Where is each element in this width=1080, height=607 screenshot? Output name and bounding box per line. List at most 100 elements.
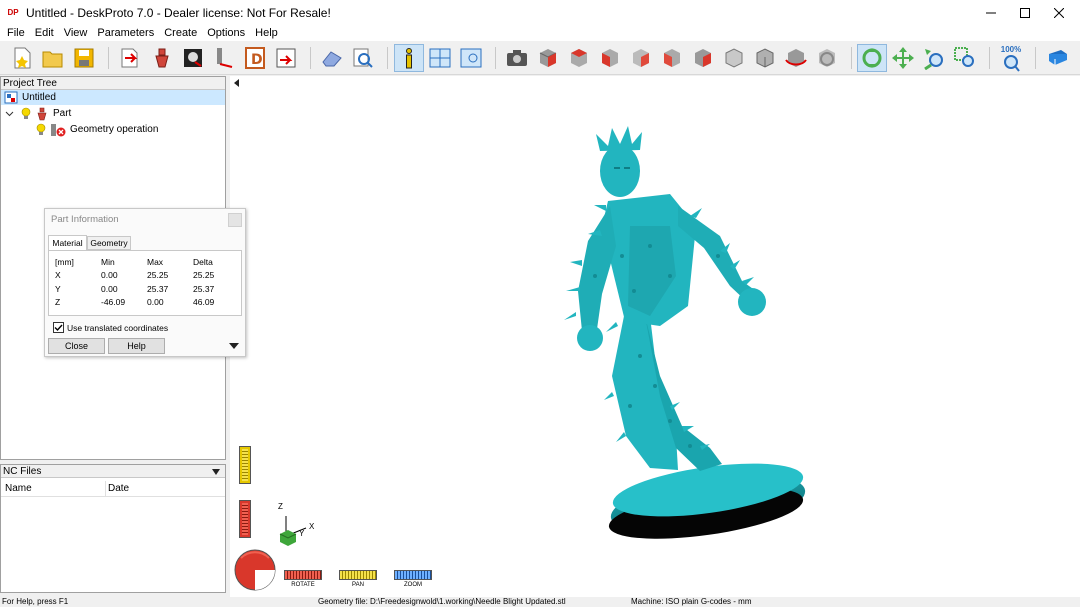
find-icon[interactable] (351, 46, 375, 70)
expand-arrow-icon[interactable] (229, 342, 239, 350)
view-right-icon[interactable] (691, 46, 715, 70)
zoom-label: ZOOM (404, 582, 422, 588)
vertical-slider-red[interactable] (239, 500, 251, 538)
checkbox-checked-icon[interactable] (53, 322, 64, 333)
project-tree-header: Project Tree (1, 77, 225, 90)
3d-viewport[interactable]: Z X Y ROTATE PAN ZOOM (230, 76, 1080, 597)
row-delta: 25.37 (193, 283, 215, 294)
zoom-mode-icon[interactable] (922, 46, 946, 70)
table-header-min: Min (101, 256, 115, 267)
chevron-down-icon[interactable] (5, 109, 14, 118)
part-parameters-icon[interactable] (150, 46, 174, 70)
rotate-dial-icon[interactable] (233, 548, 277, 592)
eraser-icon[interactable] (320, 46, 344, 70)
dialog-titlebar[interactable]: Part Information (45, 209, 245, 231)
app-logo-icon: DP (7, 7, 19, 17)
import-geometry-icon[interactable] (118, 46, 142, 70)
bitmap-icon[interactable] (181, 46, 205, 70)
zoom-100-button[interactable]: 100% (998, 45, 1024, 73)
title-bar: DP Untitled - DeskProto 7.0 - Dealer lic… (0, 0, 1080, 25)
view-back-icon[interactable] (629, 46, 653, 70)
translated-coords-row[interactable]: Use translated coordinates (53, 322, 168, 333)
table-row: X 0.00 25.25 25.25 (55, 269, 233, 283)
zoom-slider[interactable] (394, 570, 432, 580)
menu-options[interactable]: Options (207, 27, 245, 39)
view-iso-icon[interactable] (536, 46, 560, 70)
help-book-icon[interactable] (1046, 46, 1070, 70)
tree-part-label: Part (53, 108, 72, 119)
row-min: -46.09 (101, 297, 126, 308)
drive-icon[interactable]: D (243, 46, 267, 70)
dialog-close-button[interactable]: Close (48, 338, 105, 354)
view-shaded-icon[interactable] (753, 46, 777, 70)
part-info-icon[interactable] (397, 46, 421, 70)
table-row: Y 0.00 25.37 25.37 (55, 282, 233, 296)
menu-file[interactable]: File (7, 27, 25, 39)
info-table-area: [mm] Min Max Delta X 0.00 25.25 25.25 Y … (48, 250, 242, 316)
row-axis: Z (55, 297, 61, 308)
nc-column-name[interactable]: Name (5, 483, 32, 494)
vertical-slider-yellow[interactable] (239, 446, 251, 484)
export-nc-icon[interactable] (274, 46, 298, 70)
pan-slider[interactable] (339, 570, 377, 580)
row-axis: X (55, 270, 61, 281)
tab-geometry[interactable]: Geometry (87, 236, 131, 250)
menu-edit[interactable]: Edit (35, 27, 54, 39)
row-min: 0.00 (101, 270, 118, 281)
dimension-table: [mm] Min Max Delta X 0.00 25.25 25.25 Y … (55, 255, 233, 309)
menu-parameters[interactable]: Parameters (97, 27, 154, 39)
status-help: For Help, press F1 (2, 597, 69, 606)
row-min: 0.00 (101, 283, 118, 294)
row-delta: 25.25 (193, 270, 215, 281)
window-title: Untitled - DeskProto 7.0 - Dealer licens… (26, 5, 331, 20)
save-project-icon[interactable] (72, 46, 96, 70)
camera-icon[interactable] (505, 46, 529, 70)
tab-material[interactable]: Material (48, 235, 87, 250)
row-max: 0.00 (147, 297, 164, 308)
view-top-icon[interactable] (567, 46, 591, 70)
nc-files-header: NC Files (1, 465, 225, 478)
zoom-100-label: 100% (1000, 45, 1022, 54)
rotate-mode-icon[interactable] (860, 46, 884, 70)
row-delta: 46.09 (193, 297, 215, 308)
table-header-delta: Delta (193, 256, 213, 267)
new-project-icon[interactable] (10, 46, 34, 70)
nc-column-date[interactable]: Date (108, 483, 129, 494)
menu-help[interactable]: Help (255, 27, 278, 39)
view-front-icon[interactable] (598, 46, 622, 70)
tree-item-operation[interactable]: Geometry operation (35, 122, 158, 137)
reset-view-icon[interactable] (815, 46, 839, 70)
close-button[interactable] (1036, 0, 1080, 25)
dialog-close-box[interactable] (228, 213, 242, 227)
menu-view[interactable]: View (64, 27, 88, 39)
toolpath-icon[interactable] (212, 46, 236, 70)
nc-files-panel: NC Files Name Date (0, 464, 226, 593)
lightbulb-icon[interactable] (20, 107, 32, 120)
view-layout-icon[interactable] (428, 46, 452, 70)
svg-text:D: D (251, 52, 263, 68)
rotate-slider[interactable] (284, 570, 322, 580)
dialog-title: Part Information (51, 214, 119, 225)
view-wire-icon[interactable] (722, 46, 746, 70)
view-left-icon[interactable] (660, 46, 684, 70)
dropdown-arrow-icon[interactable] (211, 468, 221, 476)
open-project-icon[interactable] (41, 46, 65, 70)
rotate-label: ROTATE (291, 582, 315, 588)
table-row: Z -46.09 0.00 46.09 (55, 296, 233, 310)
dialog-help-button[interactable]: Help (108, 338, 165, 354)
pan-mode-icon[interactable] (891, 46, 915, 70)
translated-coords-label: Use translated coordinates (67, 322, 169, 333)
table-header-max: Max (147, 256, 164, 267)
nc-files-title: NC Files (3, 466, 42, 477)
tree-item-root[interactable]: Untitled (4, 90, 56, 105)
zoom-window-icon[interactable] (953, 46, 977, 70)
lightbulb-icon[interactable] (35, 123, 47, 136)
row-max: 25.37 (147, 283, 169, 294)
nc-files-columns: Name Date (1, 481, 225, 497)
tree-item-part[interactable]: Part (5, 106, 71, 121)
menu-bar: File Edit View Parameters Create Options… (0, 25, 1080, 41)
view-settings-icon[interactable] (459, 46, 483, 70)
menu-create[interactable]: Create (164, 27, 197, 39)
tree-operation-label: Geometry operation (70, 124, 159, 135)
rotate-view-icon[interactable] (784, 46, 808, 70)
